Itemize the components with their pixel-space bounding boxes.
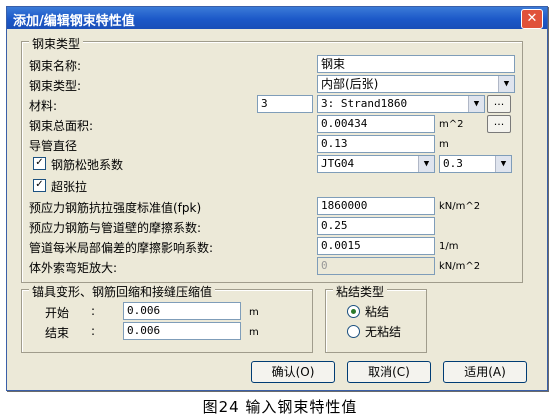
fpk-input[interactable]: 1860000 bbox=[317, 197, 435, 215]
tendon-type-label: 钢束类型: bbox=[29, 79, 82, 93]
duct-diameter-label: 导管直径 bbox=[29, 139, 78, 153]
overtension-checkbox[interactable]: ✓ bbox=[33, 179, 46, 192]
external-tendon-input: 0 bbox=[317, 257, 435, 275]
wobble-unit: 1/m bbox=[439, 241, 459, 252]
fpk-unit: kN/m^2 bbox=[439, 201, 481, 212]
material-value: 3: Strand1860 bbox=[321, 97, 408, 110]
friction-input[interactable]: 0.25 bbox=[317, 217, 435, 235]
wobble-input[interactable]: 0.0015 bbox=[317, 237, 435, 255]
tendon-name-input[interactable]: 钢束 bbox=[317, 55, 515, 73]
radio-selected-dot bbox=[351, 309, 356, 314]
chevron-down-icon[interactable]: ▼ bbox=[498, 76, 514, 92]
anchor-deformation-group-title: 锚具变形、钢筋回缩和接缝压缩值 bbox=[29, 283, 216, 300]
anchor-end-colon: : bbox=[91, 324, 96, 338]
relaxation-label: 钢筋松弛系数 bbox=[51, 158, 124, 172]
steel-type-group-title: 钢束类型 bbox=[29, 35, 84, 52]
material-label: 材料: bbox=[29, 99, 58, 113]
duct-diameter-input[interactable]: 0.13 bbox=[317, 135, 435, 153]
anchor-start-unit: m bbox=[249, 307, 259, 318]
overtension-label: 超张拉 bbox=[51, 180, 88, 194]
tendon-area-label: 钢束总面积: bbox=[29, 119, 94, 133]
checkmark-icon: ✓ bbox=[35, 179, 44, 190]
anchor-start-label: 开始 bbox=[45, 306, 70, 320]
duct-diameter-unit: m bbox=[439, 139, 449, 150]
area-calc-button[interactable]: ... bbox=[487, 115, 511, 133]
window-title: 添加/编辑钢束特性值 bbox=[13, 14, 135, 29]
unbonded-label: 无粘结 bbox=[365, 325, 402, 339]
fpk-label: 预应力钢筋抗拉强度标准值(fpk) bbox=[29, 201, 202, 215]
bonded-radio[interactable] bbox=[347, 305, 360, 318]
apply-button[interactable]: 适用(A) bbox=[443, 361, 527, 383]
tendon-area-unit: m^2 bbox=[439, 119, 464, 130]
title-bar[interactable]: 添加/编辑钢束特性值 ✕ bbox=[7, 7, 547, 29]
relaxation-value-select[interactable]: 0.3 ▼ bbox=[439, 155, 512, 173]
anchor-end-unit: m bbox=[249, 327, 259, 338]
checkmark-icon: ✓ bbox=[35, 157, 44, 168]
ok-button[interactable]: 确认(O) bbox=[251, 361, 335, 383]
anchor-start-colon: : bbox=[91, 304, 96, 318]
chevron-down-icon[interactable]: ▼ bbox=[468, 96, 484, 112]
wobble-label: 管道每米局部偏差的摩擦影响系数: bbox=[29, 241, 214, 255]
chevron-down-icon[interactable]: ▼ bbox=[418, 156, 434, 172]
anchor-start-input[interactable]: 0.006 bbox=[123, 302, 241, 320]
tendon-area-input[interactable]: 0.00434 bbox=[317, 115, 435, 133]
relaxation-checkbox[interactable]: ✓ bbox=[33, 157, 46, 170]
unbonded-radio[interactable] bbox=[347, 325, 360, 338]
anchor-end-input[interactable]: 0.006 bbox=[123, 322, 241, 340]
chevron-down-icon[interactable]: ▼ bbox=[495, 156, 511, 172]
dialog-window: 添加/编辑钢束特性值 ✕ 钢束类型 钢束名称: 钢束 钢束类型: 内部(后张) … bbox=[6, 6, 548, 391]
cancel-button[interactable]: 取消(C) bbox=[347, 361, 431, 383]
close-icon: ✕ bbox=[526, 11, 538, 26]
external-tendon-unit: kN/m^2 bbox=[439, 261, 481, 272]
material-number-input[interactable]: 3 bbox=[257, 95, 313, 113]
tendon-type-select[interactable]: 内部(后张) ▼ bbox=[317, 75, 515, 93]
bond-type-group-title: 粘结类型 bbox=[333, 283, 388, 300]
figure-caption: 图24 输入钢束特性值 bbox=[202, 398, 358, 416]
anchor-end-label: 结束 bbox=[45, 326, 70, 340]
tendon-type-value: 内部(后张) bbox=[321, 77, 379, 91]
friction-label: 预应力钢筋与管道壁的摩擦系数: bbox=[29, 221, 202, 235]
external-tendon-label: 体外索弯矩放大: bbox=[29, 261, 118, 275]
relaxation-code-value: JTG04 bbox=[321, 157, 355, 170]
relaxation-code-select[interactable]: JTG04 ▼ bbox=[317, 155, 435, 173]
close-button[interactable]: ✕ bbox=[521, 9, 543, 29]
tendon-name-label: 钢束名称: bbox=[29, 59, 82, 73]
bonded-label: 粘结 bbox=[365, 305, 390, 319]
material-select[interactable]: 3: Strand1860 ▼ bbox=[317, 95, 485, 113]
material-browse-button[interactable]: ... bbox=[487, 95, 511, 113]
relaxation-value: 0.3 bbox=[443, 157, 463, 170]
